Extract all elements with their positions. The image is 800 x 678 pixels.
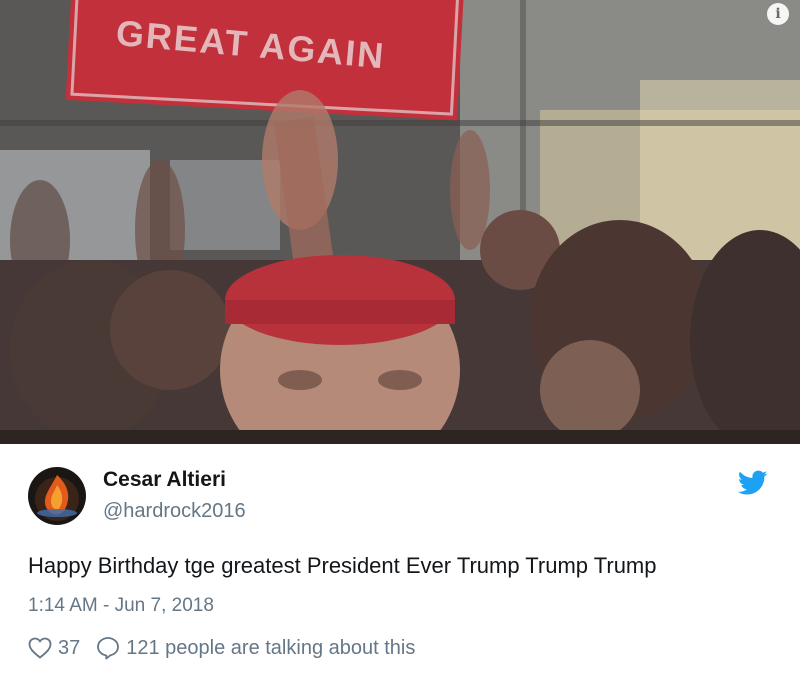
like-count: 37 — [58, 636, 81, 659]
like-button[interactable]: 37 — [28, 637, 80, 660]
author-handle[interactable]: @hardrock2016 — [103, 500, 246, 523]
avatar[interactable] — [28, 467, 86, 525]
tweet-media-image[interactable]: GREAT AGAIN i — [0, 0, 800, 444]
tweet-text: Happy Birthday tge greatest President Ev… — [28, 553, 657, 578]
avatar-image — [28, 467, 86, 525]
heart-icon — [28, 637, 52, 659]
info-glyph: i — [775, 6, 781, 22]
twitter-bird-icon[interactable] — [738, 470, 768, 496]
conversation-link[interactable]: 121 people are talking about this — [96, 636, 415, 660]
tweet-actions: 37 121 people are talking about this — [28, 636, 415, 660]
speech-bubble-icon — [97, 637, 120, 660]
info-icon[interactable]: i — [767, 3, 789, 25]
rally-crowd-scene — [0, 0, 800, 444]
tweet-timestamp[interactable]: 1:14 AM - Jun 7, 2018 — [28, 595, 214, 617]
author-name[interactable]: Cesar Altieri — [103, 468, 226, 492]
conversation-text: 121 people are talking about this — [126, 636, 416, 659]
